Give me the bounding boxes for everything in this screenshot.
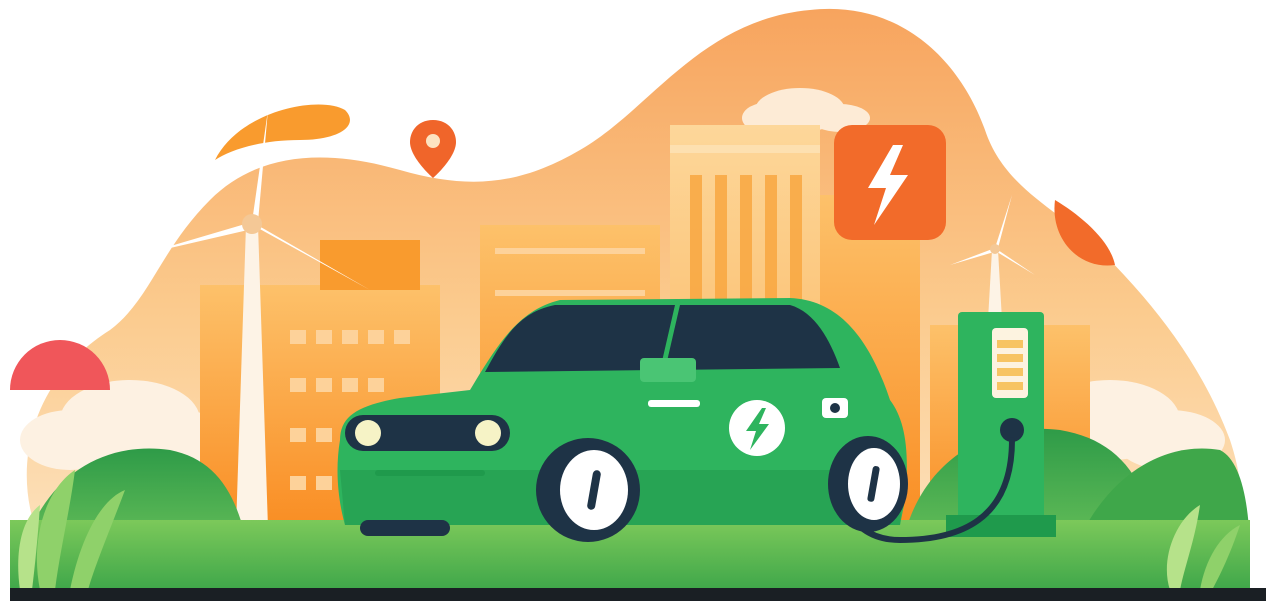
- ev-charging-scene: [0, 0, 1266, 601]
- car-mirror: [640, 358, 696, 382]
- ground: [10, 520, 1250, 590]
- bottom-strip: [10, 588, 1266, 601]
- lightning-badge-icon: [834, 125, 946, 240]
- charging-station: [946, 312, 1056, 537]
- car-lightning-icon: [729, 400, 785, 456]
- car-wheel-front: [536, 438, 640, 542]
- car-wheel-rear: [828, 436, 908, 532]
- car-headlight-left: [355, 420, 381, 446]
- map-pin-icon: [410, 120, 456, 178]
- car-headlight-right: [475, 420, 501, 446]
- car-door-handle: [648, 400, 700, 407]
- orange-leaf-top: [215, 104, 350, 160]
